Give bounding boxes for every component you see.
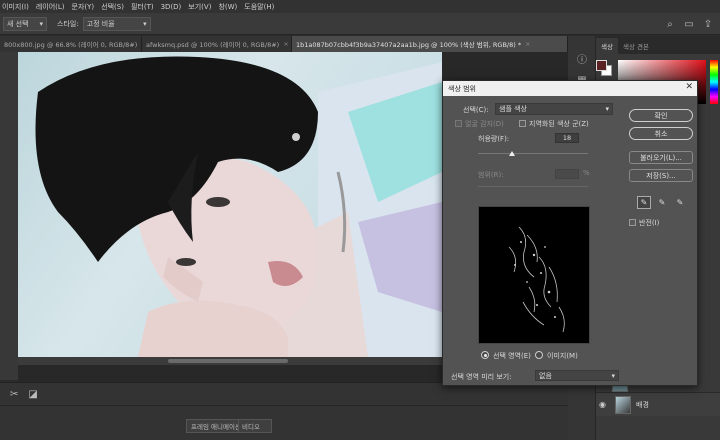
portrait-photo (35, 56, 442, 357)
menu-view[interactable]: 보기(V) (188, 2, 211, 12)
range-label: 범위(R): (478, 171, 504, 179)
close-icon[interactable]: × (283, 40, 288, 48)
menu-type[interactable]: 문자(Y) (72, 2, 95, 12)
fuzziness-slider-thumb[interactable] (509, 151, 515, 156)
split-icon[interactable]: ✂ (10, 389, 18, 400)
tab-document-2[interactable]: afwksmq.psd @ 100% (레이어 0, RGB/8#) × (142, 36, 292, 52)
dialog-title-bar: 색상 범위 ✕ (443, 81, 697, 96)
range-input[interactable] (555, 169, 579, 179)
localized-clusters-label: 지역화된 색상 군(Z) (529, 120, 589, 128)
load-button[interactable]: 불러오기(L)... (629, 151, 693, 164)
chevron-down-icon: ▾ (39, 19, 43, 28)
menu-image[interactable]: 이미지(I) (2, 2, 29, 12)
eyedropper-add-icon[interactable]: ✎ (655, 196, 669, 209)
chevron-down-icon: ▾ (611, 371, 615, 380)
horizontal-scrollbar[interactable] (18, 357, 442, 365)
ok-button[interactable]: 확인 (629, 109, 693, 122)
menu-select[interactable]: 선택(S) (101, 2, 124, 12)
layer-name: 배경 (636, 400, 649, 409)
layer-thumbnail (615, 395, 631, 414)
document-image[interactable] (18, 52, 442, 357)
localized-clusters-checkbox[interactable] (519, 120, 526, 127)
selection-preview (478, 206, 590, 344)
workspace-icon[interactable]: ▭ (682, 17, 696, 31)
dialog-title: 색상 범위 (448, 84, 476, 93)
tab-document-1[interactable]: 800x800.jpg @ 66.8% (레이어 0, RGB/8#)× (0, 36, 142, 52)
eyedropper-icon[interactable]: ✎ (637, 196, 651, 209)
image-radio-label: 이미지(M) (547, 352, 578, 360)
foreground-color-swatch[interactable] (596, 60, 607, 71)
selection-preview-dropdown[interactable]: 없음 ▾ (535, 370, 619, 381)
foreground-background-colors[interactable] (596, 60, 612, 76)
range-percent: % (583, 169, 590, 177)
menu-help[interactable]: 도움말(H) (244, 2, 274, 12)
close-icon[interactable]: × (525, 40, 530, 48)
detect-faces-checkbox[interactable] (455, 120, 462, 127)
menu-3d[interactable]: 3D(D) (161, 3, 182, 11)
timeline-mode-dropdown[interactable]: 비디오 (238, 419, 272, 433)
range-slider[interactable] (478, 186, 588, 187)
tab-color[interactable]: 색상 (596, 38, 618, 54)
menu-bar: 이미지(I) 레이어(L) 문자(Y) 선택(S) 필터(T) 3D(D) 보기… (0, 0, 720, 13)
chevron-down-icon: ▾ (605, 105, 609, 113)
fuzziness-label: 허용량(F): (478, 135, 510, 143)
menu-window[interactable]: 창(W) (218, 2, 237, 12)
menu-layer[interactable]: 레이어(L) (36, 2, 65, 12)
image-radio[interactable] (535, 351, 543, 359)
tab-document-active[interactable]: 1b1a087b07cbb4f3b9a37407a2aa1b.jpg @ 100… (292, 36, 568, 52)
style-label: 스타일: (57, 19, 79, 28)
transition-icon[interactable]: ◪ (28, 389, 37, 400)
document-tabs: 800x800.jpg @ 66.8% (레이어 0, RGB/8#)× afw… (0, 36, 568, 52)
selection-preview-label: 선택 영역 미리 보기: (451, 373, 512, 381)
chevron-down-icon: ▾ (143, 19, 147, 28)
fuzziness-slider[interactable] (478, 153, 588, 154)
selection-radio-label: 선택 영역(E) (493, 352, 531, 360)
search-icon[interactable]: ⌕ (663, 17, 677, 31)
invert-checkbox[interactable] (629, 219, 636, 226)
cancel-button[interactable]: 취소 (629, 127, 693, 140)
timeline-panel: ✂ ◪ 프레임 애니메이션 만들기 비디오 (0, 382, 568, 440)
eye-icon[interactable]: ◉ (599, 400, 611, 409)
selection-mode-select[interactable]: 새 선택 ▾ (3, 16, 47, 31)
detect-faces-label: 얼굴 감지(D) (465, 120, 504, 128)
scrollbar-thumb[interactable] (168, 359, 288, 363)
invert-label: 반전(I) (639, 219, 660, 227)
options-bar: 새 선택 ▾ 스타일: 고정 비율 ▾ ⌕ ▭ ⇪ (0, 13, 720, 35)
mask-preview (508, 226, 565, 333)
color-range-dialog: 색상 범위 ✕ 선택(C): 샘플 색상 ▾ 얼굴 감지(D) 지역화된 색상 … (442, 80, 698, 386)
style-select[interactable]: 고정 비율 ▾ (82, 16, 151, 31)
menu-filter[interactable]: 필터(T) (131, 2, 154, 12)
layer-row-background[interactable]: ◉ 배경 (596, 392, 720, 416)
fuzziness-input[interactable]: 18 (555, 133, 579, 143)
selection-radio[interactable] (481, 351, 489, 359)
save-button[interactable]: 저장(S)... (629, 169, 693, 182)
tab-swatches[interactable]: 색상 견본 (618, 38, 654, 54)
toolbar-strip (0, 52, 18, 380)
eyedropper-subtract-icon[interactable]: ✎ (673, 196, 687, 209)
select-dropdown[interactable]: 샘플 색상 ▾ (495, 103, 613, 115)
hue-slider[interactable] (710, 60, 718, 104)
close-icon[interactable]: ✕ (685, 82, 693, 92)
share-icon[interactable]: ⇪ (701, 17, 715, 31)
info-icon[interactable]: ⓘ (576, 52, 588, 66)
select-label: 선택(C): (463, 106, 489, 114)
